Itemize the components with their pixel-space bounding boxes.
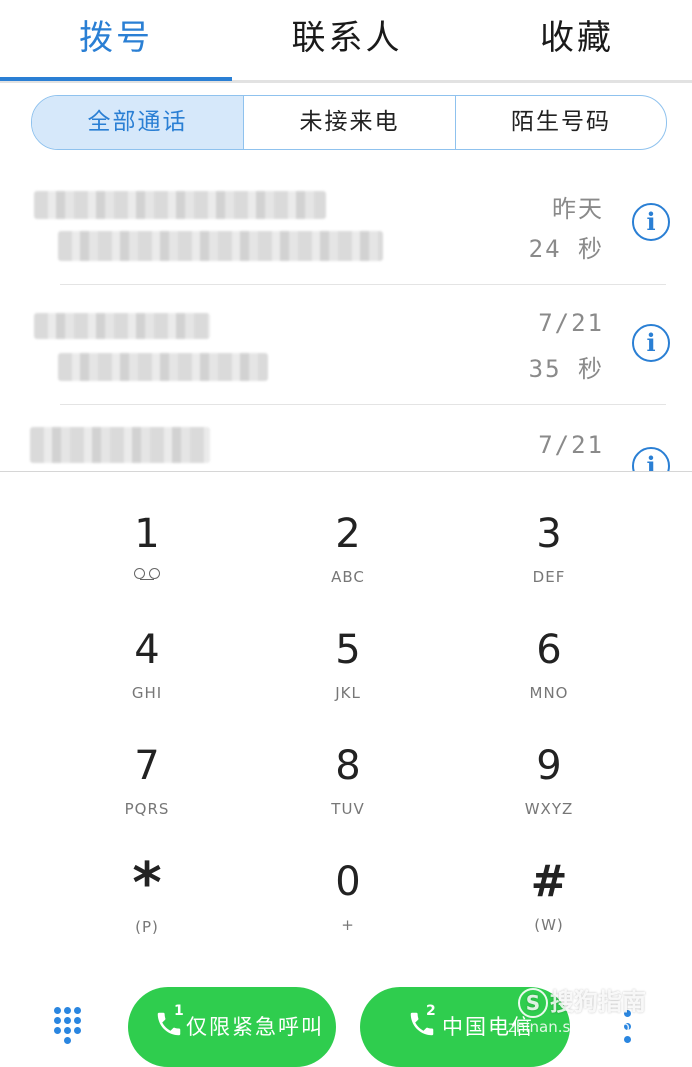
call-time: 昨天 (552, 195, 604, 223)
key-hash[interactable]: # (W) (449, 858, 649, 968)
voicemail-icon (134, 568, 160, 580)
info-icon[interactable]: i (632, 324, 670, 362)
key-5[interactable]: 5 JKL (248, 626, 448, 736)
key-digit: 1 (134, 511, 160, 557)
info-icon[interactable]: i (632, 203, 670, 241)
key-digit: # (530, 856, 568, 907)
key-letters: + (341, 916, 355, 934)
active-tab-indicator (0, 77, 232, 81)
watermark-logo: S 搜狗指南 (518, 982, 646, 1018)
key-0[interactable]: 0 + (248, 858, 448, 968)
tab-contacts[interactable]: 联系人 (232, 0, 462, 76)
key-4[interactable]: 4 GHI (47, 626, 247, 736)
key-digit: 4 (134, 627, 160, 673)
blurred-contact-name (30, 427, 210, 463)
blurred-number-info (58, 353, 268, 381)
tab-bar: 拨号 联系人 收藏 (0, 0, 692, 83)
key-letters: ABC (331, 568, 365, 586)
key-letters: MNO (529, 684, 569, 702)
key-7[interactable]: 7 PQRS (47, 742, 247, 852)
key-digit: * (132, 851, 162, 916)
key-6[interactable]: 6 MNO (449, 626, 649, 736)
blurred-contact-name (34, 191, 326, 219)
key-letters: (P) (135, 918, 159, 936)
call-log-list: 昨天 24 秒 i 7/21 35 秒 i 7/21 i (0, 165, 692, 471)
call-filter-segmented-control: 全部通话 未接来电 陌生号码 (31, 95, 667, 150)
call-duration: 35 秒 (528, 355, 604, 383)
info-icon[interactable]: i (632, 447, 670, 471)
call-button-label: 仅限紧急呼叫 (186, 1015, 324, 1039)
watermark-url: zhinan.sogou.com (508, 1018, 645, 1036)
key-digit: 0 (335, 859, 361, 905)
key-digit: 5 (335, 627, 361, 673)
call-time: 7/21 (538, 431, 604, 459)
tab-dialer[interactable]: 拨号 (0, 0, 232, 76)
key-letters: DEF (532, 568, 566, 586)
blurred-number-info (58, 231, 383, 261)
key-digit: 9 (536, 743, 562, 789)
call-duration: 24 秒 (528, 235, 604, 263)
key-letters: JKL (335, 684, 361, 702)
tab-favorites[interactable]: 收藏 (462, 0, 692, 76)
call-log-row[interactable]: 昨天 24 秒 i (0, 165, 692, 285)
sim-number: 2 (426, 1003, 436, 1019)
call-log-row[interactable]: 7/21 35 秒 i (0, 285, 692, 405)
key-star[interactable]: * (P) (47, 851, 247, 970)
key-letters: PQRS (124, 800, 170, 818)
key-digit: 7 (134, 743, 160, 789)
filter-unknown-numbers[interactable]: 陌生号码 (456, 96, 666, 149)
key-digit: 3 (536, 511, 562, 557)
call-log-row[interactable]: 7/21 i (0, 405, 692, 471)
key-letters: GHI (131, 684, 163, 702)
key-letters: (W) (534, 916, 564, 934)
call-time: 7/21 (538, 309, 604, 337)
dialpad-grid-icon[interactable] (50, 1003, 90, 1045)
blurred-contact-name (34, 313, 210, 339)
call-sim1-button[interactable]: 1 仅限紧急呼叫 (128, 987, 336, 1067)
sim-number: 1 (174, 1003, 184, 1019)
key-digit: 6 (536, 627, 562, 673)
key-digit: 2 (335, 511, 361, 557)
key-3[interactable]: 3 DEF (449, 510, 649, 620)
key-2[interactable]: 2 ABC (248, 510, 448, 620)
key-1[interactable]: 1 (47, 510, 247, 620)
key-8[interactable]: 8 TUV (248, 742, 448, 852)
key-letters: TUV (331, 800, 365, 818)
filter-all-calls[interactable]: 全部通话 (32, 96, 243, 149)
key-letters: WXYZ (524, 800, 574, 818)
key-9[interactable]: 9 WXYZ (449, 742, 649, 852)
filter-missed-calls[interactable]: 未接来电 (244, 96, 455, 149)
key-digit: 8 (335, 743, 361, 789)
